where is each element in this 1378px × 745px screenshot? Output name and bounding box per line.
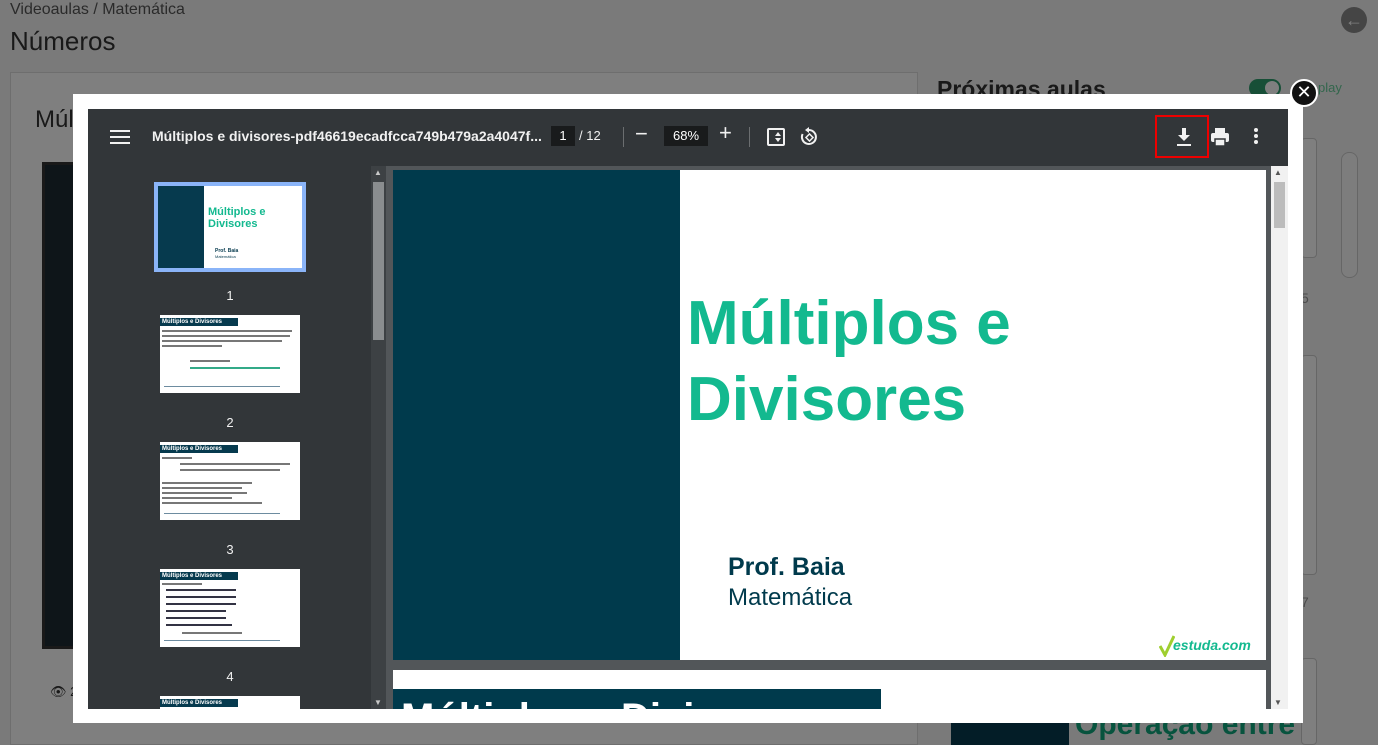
toolbar-divider [749, 127, 750, 147]
thumbnail-page-3[interactable]: Múltiplos e Divisores [160, 442, 300, 520]
menu-icon[interactable] [110, 127, 130, 147]
logo-text: estuda.com [1173, 637, 1251, 653]
download-highlight [1155, 115, 1209, 158]
scroll-up-icon[interactable]: ▲ [374, 168, 382, 177]
estuda-logo: estuda.com [1159, 635, 1254, 657]
fit-page-icon[interactable] [767, 128, 785, 146]
thumbnail-number: 4 [226, 669, 234, 684]
scroll-up-icon[interactable]: ▲ [1274, 168, 1282, 177]
thumbnail-page-2[interactable]: Múltiplos e Divisores [160, 315, 300, 393]
thumbnail-sidebar: Múltiplos e Divisores Prof. Baia Matemáti… [88, 166, 386, 709]
slide-side-panel [393, 170, 680, 660]
thumbnail-page-1[interactable]: Múltiplos e Divisores Prof. Baia Matemáti… [154, 182, 306, 272]
thumbnail-number: 2 [226, 415, 234, 430]
more-vert-icon[interactable] [1252, 128, 1260, 146]
scroll-down-icon[interactable]: ▼ [1274, 698, 1282, 707]
pdf-modal: Múltiplos e divisores-pdf46619ecadfcca74… [73, 94, 1303, 723]
slide-title-line: Múltiplos e [687, 289, 1011, 358]
pdf-toolbar: Múltiplos e divisores-pdf46619ecadfcca74… [88, 109, 1288, 166]
close-icon[interactable]: ✕ [1290, 79, 1318, 107]
thumb-header: Múltiplos e Divisores [160, 572, 238, 580]
thumbnail-number: 1 [226, 288, 234, 303]
thumb-subject: Matemática [215, 254, 236, 259]
thumbnail-scroll-handle[interactable] [373, 182, 384, 340]
page-number-input[interactable]: 1 [551, 126, 575, 146]
pdf-page-1: Múltiplos e Divisores Prof. Baia Matemáti… [393, 170, 1266, 660]
pdf-page-2: Múltiplos e Divisores [393, 670, 1266, 709]
zoom-input[interactable]: 68% [664, 126, 708, 146]
thumbnail-number: 3 [226, 542, 234, 557]
thumbnail-page-4[interactable]: Múltiplos e Divisores [160, 569, 300, 647]
zoom-out-button[interactable]: − [635, 123, 648, 145]
page-total: / 12 [579, 128, 601, 143]
document-scrollbar[interactable]: ▲ ▼ [1271, 166, 1288, 709]
thumb-header: Múltiplos e Divisores [160, 699, 238, 707]
thumb-header: Múltiplos e Divisores [160, 445, 238, 453]
rotate-icon[interactable] [799, 127, 819, 147]
toolbar-divider [623, 127, 624, 147]
thumb-header: Múltiplos e Divisores [160, 318, 238, 326]
document-title: Múltiplos e divisores-pdf46619ecadfcca74… [152, 128, 542, 144]
slide-title-line: Divisores [687, 365, 967, 434]
document-scroll-handle[interactable] [1274, 182, 1285, 228]
thumbnail-scrollbar[interactable]: ▲ ▼ [371, 166, 386, 709]
thumbnail-page-5[interactable]: Múltiplos e Divisores [160, 696, 300, 709]
slide-author: Prof. Baia [728, 553, 845, 581]
slide-title: Múltiplos e Divisores [401, 696, 801, 709]
scroll-down-icon[interactable]: ▼ [374, 698, 382, 707]
pdf-viewer: Múltiplos e divisores-pdf46619ecadfcca74… [88, 109, 1288, 709]
slide-title: Múltiplos e Divisores [687, 286, 1247, 438]
zoom-in-button[interactable]: + [719, 122, 732, 144]
print-icon[interactable] [1210, 127, 1230, 147]
thumb-title: Múltiplos e [208, 206, 266, 218]
thumb-title: Divisores [208, 218, 258, 230]
slide-subject: Matemática [728, 584, 853, 611]
